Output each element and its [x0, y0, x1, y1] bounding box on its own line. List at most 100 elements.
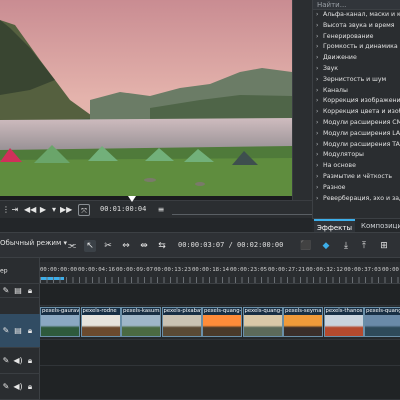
razor-tool-icon[interactable]: ✂: [102, 240, 114, 252]
clip-label: pexels-pixabay: [162, 308, 201, 315]
lift-icon[interactable]: ⤒: [358, 240, 370, 252]
effects-category-list: › Альфа-канал, маски и ключи › Высота звука…: [313, 10, 400, 204]
zoom-icon[interactable]: ⋮: [2, 204, 10, 216]
video-clip[interactable]: pexels-quang-n: [242, 307, 283, 337]
edit-icon[interactable]: ✎: [0, 356, 12, 365]
film-icon[interactable]: ▤: [12, 286, 24, 295]
effect-category-item[interactable]: › Размытие и чёткость: [313, 172, 400, 183]
effect-category-item[interactable]: › Разное: [313, 183, 400, 194]
ruler-label: 00:00:37:03: [344, 267, 382, 273]
effects-search-input[interactable]: Найти...: [313, 0, 400, 10]
effect-category-item[interactable]: › Высота звука и время: [313, 21, 400, 32]
edit-icon[interactable]: ✎: [0, 286, 12, 295]
marker-icon[interactable]: ◆: [320, 240, 332, 252]
snap-icon[interactable]: ⫘: [66, 240, 78, 252]
effect-category-item[interactable]: › Модуляторы: [313, 150, 400, 161]
ruler-label: 00:00:09:07: [116, 267, 154, 273]
video-clip[interactable]: pexels-quang-n: [364, 307, 400, 337]
play-icon[interactable]: ▶: [38, 204, 48, 216]
fullscreen-icon[interactable]: ⤧: [78, 204, 90, 216]
audio-track-2[interactable]: [40, 366, 400, 400]
chevron-right-icon: ›: [316, 32, 319, 40]
track-header-v1[interactable]: ✎ ▤ 🔒︎: [0, 314, 40, 348]
tab-compositions[interactable]: Композиции: [358, 219, 400, 233]
video-track-2[interactable]: [40, 284, 400, 306]
track-header-v2[interactable]: ✎ ▤ 🔒︎: [0, 284, 40, 298]
effect-category-item[interactable]: › Движение: [313, 53, 400, 64]
clip-thumbnail: [284, 315, 322, 336]
spacer-tool-icon[interactable]: ⇔: [120, 240, 132, 252]
rewind-icon[interactable]: ◀◀: [24, 204, 36, 216]
clip-label: pexels-kasuma: [122, 308, 160, 315]
video-clip[interactable]: pexels-rodne: [80, 307, 121, 337]
effect-category-item[interactable]: › На основе: [313, 161, 400, 172]
speaker-icon[interactable]: ◀): [12, 356, 24, 365]
effect-category-item[interactable]: › Зернистость и шум: [313, 75, 400, 86]
effect-category-item[interactable]: › Генерирование: [313, 32, 400, 43]
track-header-icons: ✎ ▤ 🔒︎: [0, 286, 36, 296]
monitor-ruler[interactable]: [172, 207, 312, 215]
in-point-icon[interactable]: ⇥: [10, 204, 20, 216]
lock-icon[interactable]: 🔒︎: [24, 382, 36, 392]
ripple-icon[interactable]: ⇹: [138, 240, 150, 252]
effect-category-label: Коррекция цвета и изображения: [323, 108, 400, 116]
tab-effects[interactable]: Эффекты: [314, 219, 355, 233]
chevron-right-icon: ›: [316, 129, 319, 137]
clip-label: pexels-thanos: [324, 308, 363, 315]
effect-category-item[interactable]: › Модули расширения CMT: [313, 118, 400, 129]
overwrite-icon[interactable]: ⬛: [300, 240, 312, 252]
master-header[interactable]: ер: [0, 258, 40, 284]
video-clip[interactable]: pexels-pixabay: [161, 307, 202, 337]
video-clip[interactable]: pexels-gaurav-l: [40, 307, 80, 337]
edit-mode-select[interactable]: Обычный режим ▾: [0, 239, 67, 247]
lock-icon[interactable]: 🔒︎: [24, 286, 36, 296]
slip-icon[interactable]: ⇆: [156, 240, 168, 252]
effect-category-item[interactable]: › Каналы: [313, 86, 400, 97]
clip-thumbnail: [365, 315, 400, 336]
effect-category-label: Звук: [323, 64, 339, 72]
video-track-1[interactable]: pexels-gaurav-l pexels-rodne pexels-kasuma…: [40, 306, 400, 340]
effect-category-item[interactable]: › Реверберация, эхо и задержка: [313, 194, 400, 205]
timeline-tracks: pexels-gaurav-l pexels-rodne pexels-kasuma…: [40, 284, 400, 400]
lock-icon[interactable]: 🔒︎: [24, 356, 36, 366]
monitor-timecode[interactable]: 00:01:00:04: [100, 205, 146, 213]
effect-category-item[interactable]: › Звук: [313, 64, 400, 75]
ruler-ticks: [40, 277, 400, 283]
lock-icon[interactable]: 🔒︎: [24, 326, 36, 336]
menu-icon[interactable]: ≡: [156, 204, 166, 216]
clip-thumbnail: [203, 315, 241, 336]
effect-category-item[interactable]: › Коррекция изображения: [313, 96, 400, 107]
video-clip[interactable]: pexels-quang-n: [202, 307, 242, 337]
video-clip[interactable]: pexels-kasuma: [121, 307, 161, 337]
timeline-toolbar: Обычный режим ▾ ⫘ ↖ ✂ ⇔ ⇹ ⇆ 00:00:03:07 …: [0, 232, 400, 258]
video-clip[interactable]: pexels-thanos: [323, 307, 364, 337]
effect-category-item[interactable]: › Громкость и динамика: [313, 42, 400, 53]
chevron-down-icon[interactable]: ▾: [50, 204, 58, 216]
playhead-marker[interactable]: [128, 196, 136, 202]
speaker-icon[interactable]: ◀): [12, 382, 24, 391]
edit-icon[interactable]: ✎: [0, 326, 12, 335]
track-header-a2[interactable]: ✎ ◀) 🔒︎: [0, 374, 40, 400]
edit-icon[interactable]: ✎: [0, 382, 12, 391]
ruler-label: 00:00:13:23: [154, 267, 192, 273]
fit-zoom-icon[interactable]: ⊞: [378, 240, 390, 252]
effect-category-item[interactable]: › Альфа-канал, маски и ключи: [313, 10, 400, 21]
timeline-ruler[interactable]: 00:00:00:00 00:00:04:16 00:00:09:07 00:00:1…: [40, 262, 400, 284]
chevron-right-icon: ›: [316, 64, 319, 72]
film-icon[interactable]: ▤: [12, 326, 24, 335]
effect-category-label: Громкость и динамика: [323, 43, 398, 51]
effect-category-item[interactable]: › Модули расширения TAP: [313, 140, 400, 151]
audio-track-1[interactable]: [40, 340, 400, 366]
clip-thumbnail: [243, 315, 282, 336]
video-clip[interactable]: pexels-seyma: [283, 307, 323, 337]
effect-category-label: На основе: [323, 162, 356, 170]
track-header-a1[interactable]: ✎ ◀) 🔒︎: [0, 348, 40, 374]
video-preview[interactable]: [0, 0, 292, 196]
select-tool-icon[interactable]: ↖: [84, 240, 96, 252]
chevron-right-icon: ›: [316, 194, 319, 202]
chevron-right-icon: ›: [316, 11, 319, 18]
insert-icon[interactable]: ⤓: [340, 240, 352, 252]
effect-category-item[interactable]: › Модули расширения LADSPA: [313, 129, 400, 140]
forward-icon[interactable]: ▶▶: [60, 204, 72, 216]
effect-category-item[interactable]: › Коррекция цвета и изображения: [313, 107, 400, 118]
